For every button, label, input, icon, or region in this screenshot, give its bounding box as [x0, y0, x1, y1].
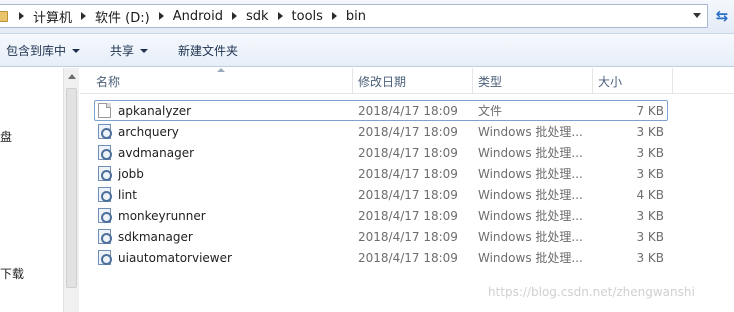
file-type: Windows 批处理... — [478, 230, 583, 244]
file-name: sdkmanager — [118, 229, 193, 244]
file-row[interactable]: archquery 2018/4/17 18:09 Windows 批处理...… — [80, 121, 734, 142]
breadcrumb-item-drive[interactable]: 软件 (D:) — [95, 7, 150, 26]
column-divider[interactable] — [592, 68, 593, 94]
navigation-pane: 盘 下载 — [0, 68, 79, 312]
file-size: 3 KB — [636, 208, 664, 223]
batch-file-icon — [98, 124, 112, 139]
column-divider[interactable] — [352, 68, 353, 94]
file-date: 2018/4/17 18:09 — [358, 166, 458, 181]
file-date: 2018/4/17 18:09 — [358, 187, 458, 202]
file-name: uiautomatorviewer — [118, 250, 232, 265]
file-name: archquery — [118, 124, 179, 139]
file-size: 7 KB — [636, 103, 664, 118]
file-row[interactable]: jobb 2018/4/17 18:09 Windows 批处理... 3 KB — [80, 163, 734, 184]
breadcrumb-item-computer[interactable]: 计算机 — [33, 7, 72, 26]
address-field[interactable]: 计算机 软件 (D:) Android sdk tools bin — [0, 4, 708, 28]
column-header-type[interactable]: 类型 — [478, 68, 502, 94]
file-type: 文件 — [478, 104, 503, 118]
breadcrumb-item-android[interactable]: Android — [173, 9, 223, 24]
file-size: 3 KB — [636, 250, 664, 265]
file-row[interactable]: uiautomatorviewer 2018/4/17 18:09 Window… — [80, 247, 734, 268]
file-name: jobb — [118, 166, 144, 181]
scrollbar-thumb[interactable] — [66, 88, 77, 288]
batch-file-icon — [98, 208, 112, 223]
file-name: monkeyrunner — [118, 208, 206, 223]
new-folder-label: 新建文件夹 — [178, 44, 239, 58]
batch-file-icon — [98, 229, 112, 244]
file-type: Windows 批处理... — [478, 167, 583, 181]
file-date: 2018/4/17 18:09 — [358, 250, 458, 265]
dropdown-arrow-icon — [140, 48, 149, 53]
nav-scrollbar[interactable] — [63, 68, 79, 312]
chevron-right-icon[interactable] — [158, 12, 164, 20]
toolbar: 包含到库中 共享 新建文件夹 — [0, 34, 734, 67]
share-label: 共享 — [110, 44, 135, 58]
file-name: lint — [118, 187, 137, 202]
address-dropdown-icon[interactable] — [693, 13, 701, 18]
dropdown-arrow-icon — [72, 48, 81, 53]
file-type: Windows 批处理... — [478, 209, 583, 223]
chevron-right-icon[interactable] — [231, 12, 237, 20]
column-header-size[interactable]: 大小 — [598, 68, 622, 94]
file-row[interactable]: sdkmanager 2018/4/17 18:09 Windows 批处理..… — [80, 226, 734, 247]
batch-file-icon — [98, 250, 112, 265]
file-row[interactable]: avdmanager 2018/4/17 18:09 Windows 批处理..… — [80, 142, 734, 163]
batch-file-icon — [98, 187, 112, 202]
new-folder-button[interactable]: 新建文件夹 — [178, 34, 238, 67]
sort-ascending-icon — [217, 68, 225, 72]
generic-file-icon — [98, 103, 111, 118]
breadcrumb-item-tools[interactable]: tools — [292, 9, 323, 24]
include-in-library-button[interactable]: 包含到库中 — [6, 34, 81, 67]
file-date: 2018/4/17 18:09 — [358, 103, 458, 118]
file-name: apkanalyzer — [118, 103, 192, 118]
file-row[interactable]: apkanalyzer 2018/4/17 18:09 文件 7 KB — [80, 100, 734, 121]
breadcrumb-item-bin[interactable]: bin — [346, 9, 366, 24]
watermark: https://blog.csdn.net/zhengwanshi — [488, 285, 695, 299]
nav-item-downloads[interactable]: 下载 — [0, 265, 24, 282]
column-header-date[interactable]: 修改日期 — [358, 68, 406, 94]
column-header-name[interactable]: 名称 — [96, 68, 120, 94]
address-bar: 计算机 软件 (D:) Android sdk tools bin ⇆ — [0, 0, 734, 34]
chevron-right-icon[interactable] — [331, 12, 337, 20]
file-type: Windows 批处理... — [478, 188, 583, 202]
breadcrumb-item-sdk[interactable]: sdk — [246, 9, 269, 24]
file-size: 3 KB — [636, 145, 664, 160]
file-date: 2018/4/17 18:09 — [358, 208, 458, 223]
column-divider[interactable] — [672, 68, 673, 94]
chevron-right-icon[interactable] — [19, 12, 24, 20]
file-name: avdmanager — [118, 145, 195, 160]
scroll-up-icon[interactable] — [68, 74, 76, 79]
batch-file-icon — [98, 145, 112, 160]
file-size: 4 KB — [636, 187, 664, 202]
file-type: Windows 批处理... — [478, 125, 583, 139]
file-date: 2018/4/17 18:09 — [358, 145, 458, 160]
file-type: Windows 批处理... — [478, 251, 583, 265]
file-size: 3 KB — [636, 166, 664, 181]
file-type: Windows 批处理... — [478, 146, 583, 160]
file-row[interactable]: monkeyrunner 2018/4/17 18:09 Windows 批处理… — [80, 205, 734, 226]
nav-item-drive[interactable]: 盘 — [0, 128, 12, 145]
refresh-icon: ⇆ — [715, 7, 729, 25]
chevron-right-icon[interactable] — [81, 12, 87, 20]
folder-icon — [0, 11, 8, 22]
share-button[interactable]: 共享 — [110, 34, 149, 67]
file-size: 3 KB — [636, 124, 664, 139]
file-date: 2018/4/17 18:09 — [358, 229, 458, 244]
breadcrumb: 计算机 软件 (D:) Android sdk tools bin — [10, 5, 366, 27]
include-in-library-label: 包含到库中 — [6, 44, 67, 58]
batch-file-icon — [98, 166, 112, 181]
file-date: 2018/4/17 18:09 — [358, 124, 458, 139]
chevron-right-icon[interactable] — [277, 12, 283, 20]
file-size: 3 KB — [636, 229, 664, 244]
file-row[interactable]: lint 2018/4/17 18:09 Windows 批处理... 4 KB — [80, 184, 734, 205]
refresh-button[interactable]: ⇆ — [710, 4, 734, 28]
column-divider[interactable] — [472, 68, 473, 94]
column-headers: 名称 修改日期 类型 大小 — [80, 68, 734, 94]
